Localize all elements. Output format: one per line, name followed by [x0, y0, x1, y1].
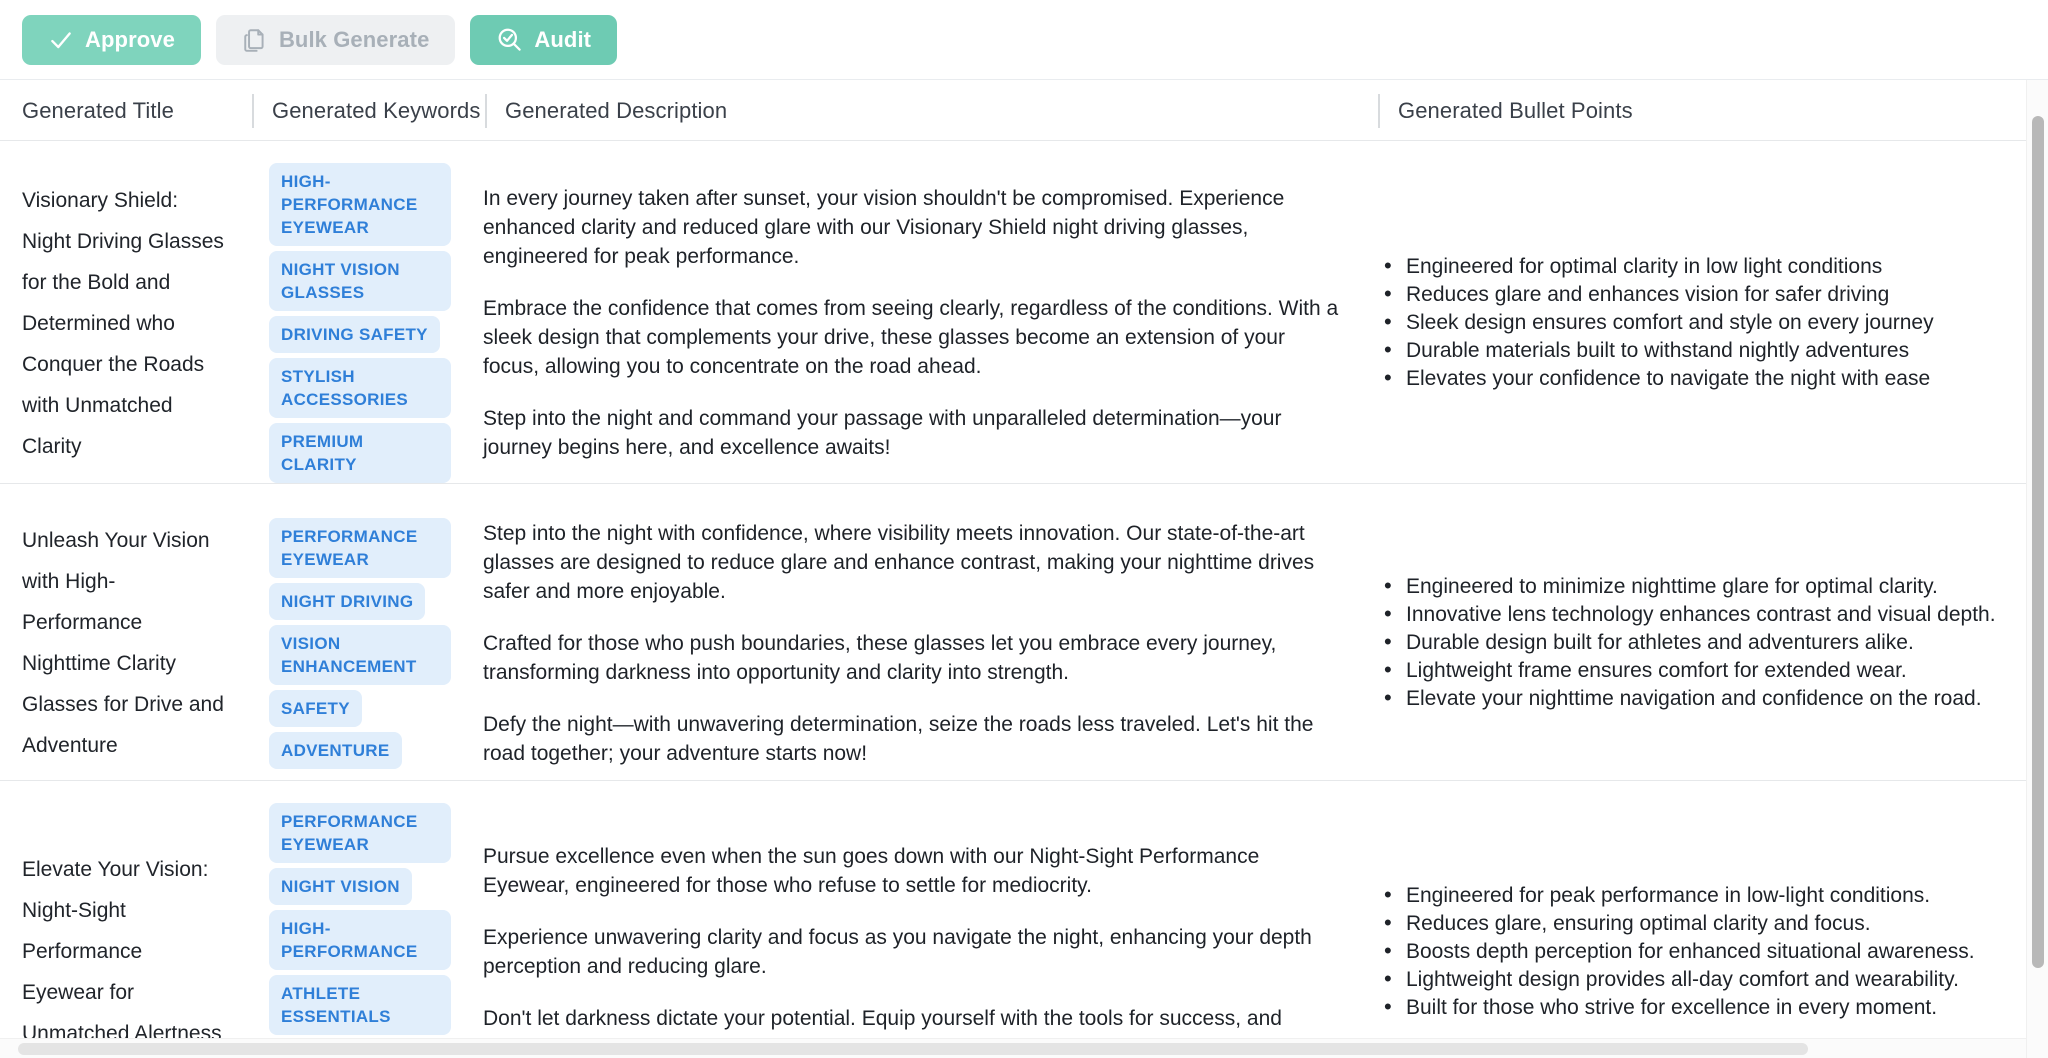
horizontal-scrollbar[interactable] [0, 1038, 2026, 1058]
copy-documents-icon [242, 27, 268, 53]
cell-generated-title[interactable]: Elevate Your Vision: Night-Sight Perform… [0, 781, 250, 1058]
keyword-chip[interactable]: HIGH-PERFORMANCE EYEWEAR [269, 163, 451, 246]
list-item: Elevates your confidence to navigate the… [1376, 364, 2008, 393]
cell-generated-bullet-points[interactable]: Engineered to minimize nighttime glare f… [1376, 484, 2048, 780]
keyword-chip[interactable]: PERFORMANCE EYEWEAR [269, 803, 451, 863]
cell-generated-title[interactable]: Visionary Shield: Night Driving Glasses … [0, 141, 250, 483]
audit-button-label: Audit [534, 26, 592, 52]
cell-generated-bullet-points[interactable]: Engineered for optimal clarity in low li… [1376, 141, 2048, 483]
generated-content-table: Generated Title Generated Keywords Gener… [0, 80, 2048, 1058]
description-paragraph: Defy the night—with unwavering determina… [483, 712, 1314, 765]
description-paragraph: Experience unwavering clarity and focus … [483, 925, 1312, 978]
search-check-icon [496, 26, 523, 53]
list-item: Durable materials built to withstand nig… [1376, 336, 2008, 365]
bullet-list: Engineered for peak performance in low-l… [1376, 881, 2008, 1022]
description-paragraph: Crafted for those who push boundaries, t… [483, 631, 1277, 684]
cell-generated-keywords[interactable]: PERFORMANCE EYEWEAR NIGHT VISION HIGH-PE… [250, 781, 483, 1058]
approve-button[interactable]: Approve [22, 14, 201, 65]
description-paragraph: Step into the night and command your pas… [483, 407, 1282, 459]
keyword-chip[interactable]: ADVENTURE [269, 731, 402, 769]
description-paragraph: Step into the night with confidence, whe… [483, 521, 1315, 603]
cell-generated-bullet-points[interactable]: Engineered for peak performance in low-l… [1376, 781, 2048, 1058]
action-toolbar: Approve Bulk Generate Audit [0, 0, 2048, 80]
bulk-generate-button-label: Bulk Generate [278, 26, 430, 52]
keyword-chip[interactable]: SAFETY [269, 689, 362, 727]
keyword-chip[interactable]: PERFORMANCE EYEWEAR [269, 517, 451, 578]
keyword-chip[interactable]: STYLISH ACCESSORIES [269, 358, 451, 418]
description-paragraph: Embrace the confidence that comes from s… [483, 297, 1339, 378]
list-item: Sleek design ensures comfort and style o… [1376, 308, 2008, 337]
bullet-list: Engineered to minimize nighttime glare f… [1376, 572, 2008, 713]
list-item: Lightweight frame ensures comfort for ex… [1376, 656, 2008, 685]
keyword-chip[interactable]: PREMIUM CLARITY [269, 423, 451, 483]
keyword-chip[interactable]: ATHLETE ESSENTIALS [269, 975, 451, 1035]
audit-button[interactable]: Audit [470, 14, 618, 65]
keyword-chip[interactable]: NIGHT DRIVING [269, 582, 426, 620]
list-item: Engineered for peak performance in low-l… [1376, 881, 2008, 910]
approve-button-label: Approve [85, 26, 175, 52]
table-row[interactable]: Elevate Your Vision: Night-Sight Perform… [0, 781, 2048, 1058]
table-row[interactable]: Unleash Your Vision with High-Performanc… [0, 484, 2048, 781]
column-header-generated-keywords[interactable]: Generated Keywords [251, 80, 480, 141]
column-header-generated-description[interactable]: Generated Description [484, 80, 727, 141]
cell-generated-description[interactable]: In every journey taken after sunset, you… [483, 141, 1376, 483]
bullet-list: Engineered for optimal clarity in low li… [1376, 252, 2008, 393]
column-header-generated-bullet-points[interactable]: Generated Bullet Points [1378, 80, 1633, 141]
cell-generated-title[interactable]: Unleash Your Vision with High-Performanc… [0, 484, 250, 780]
table-body: Visionary Shield: Night Driving Glasses … [0, 141, 2048, 1058]
keyword-chip[interactable]: HIGH-PERFORMANCE [269, 910, 451, 970]
list-item: Engineered for optimal clarity in low li… [1376, 252, 2008, 281]
list-item: Lightweight design provides all-day comf… [1376, 965, 2008, 994]
list-item: Built for those who strive for excellenc… [1376, 993, 2008, 1022]
cell-generated-description[interactable]: Pursue excellence even when the sun goes… [483, 781, 1376, 1058]
table-row[interactable]: Visionary Shield: Night Driving Glasses … [0, 141, 2048, 484]
description-paragraph: In every journey taken after sunset, you… [483, 187, 1285, 268]
list-item: Boosts depth perception for enhanced sit… [1376, 937, 2008, 966]
table-header-row: Generated Title Generated Keywords Gener… [0, 80, 2048, 141]
list-item: Reduces glare and enhances vision for sa… [1376, 280, 2008, 309]
cell-generated-description[interactable]: Step into the night with confidence, whe… [483, 484, 1376, 780]
cell-generated-keywords[interactable]: PERFORMANCE EYEWEAR NIGHT DRIVING VISION… [250, 484, 483, 780]
list-item: Engineered to minimize nighttime glare f… [1376, 572, 2008, 601]
cell-generated-keywords[interactable]: HIGH-PERFORMANCE EYEWEAR NIGHT VISION GL… [250, 141, 483, 483]
column-header-generated-title[interactable]: Generated Title [22, 80, 174, 141]
keyword-chip[interactable]: NIGHT VISION GLASSES [269, 251, 451, 311]
list-item: Elevate your nighttime navigation and co… [1376, 684, 2008, 713]
check-icon [48, 27, 74, 53]
list-item: Durable design built for athletes and ad… [1376, 628, 2008, 657]
vertical-scrollbar-thumb[interactable] [2032, 116, 2044, 968]
list-item: Innovative lens technology enhances cont… [1376, 600, 2008, 629]
keyword-chip[interactable]: DRIVING SAFETY [269, 316, 440, 353]
bulk-generate-button[interactable]: Bulk Generate [215, 14, 456, 65]
vertical-scrollbar[interactable] [2026, 80, 2048, 1058]
description-paragraph: Pursue excellence even when the sun goes… [483, 844, 1260, 897]
keyword-chip[interactable]: NIGHT VISION [269, 868, 412, 905]
keyword-chip[interactable]: VISION ENHANCEMENT [269, 624, 451, 685]
list-item: Reduces glare, ensuring optimal clarity … [1376, 909, 2008, 938]
horizontal-scrollbar-thumb[interactable] [18, 1043, 1808, 1055]
